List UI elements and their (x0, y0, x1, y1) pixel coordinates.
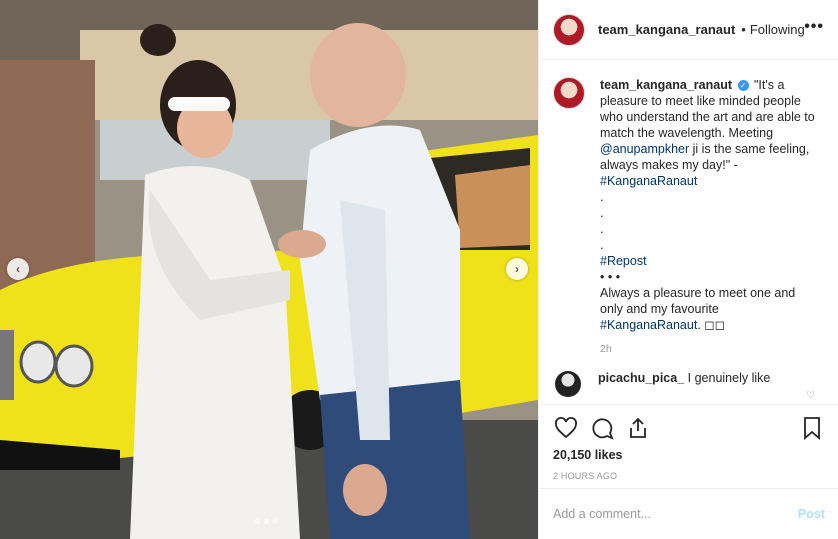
bookmark-icon[interactable] (799, 415, 825, 441)
carousel-dot-active (264, 519, 269, 524)
comment-like-heart-icon[interactable]: ♡ (806, 390, 815, 401)
caption-text: team_kangana_ranaut ✓ "It's a pleasure t… (600, 77, 820, 357)
caption-dot: . (600, 238, 604, 252)
post-header: team_kangana_ranaut • Following ••• (539, 0, 838, 60)
commenter-avatar[interactable] (555, 371, 581, 397)
comment-body: I genuinely like (687, 371, 771, 385)
caption-tail: . ◻◻ (697, 318, 726, 332)
carousel-dot (255, 519, 260, 524)
caption-ellipsis: • • • (600, 270, 621, 284)
next-photo-button[interactable]: › (506, 258, 528, 280)
instagram-post: ‹ › team_kangana_ranaut • Following ••• … (0, 0, 838, 539)
post-timestamp[interactable]: 2 HOURS AGO (553, 471, 825, 481)
more-options-icon[interactable]: ••• (804, 18, 824, 36)
verified-badge-icon: ✓ (737, 80, 749, 92)
caption-dot: . (600, 222, 604, 236)
caption-dot: . (600, 206, 604, 220)
comment-text: picachu_pica_ I genuinely like (598, 371, 770, 385)
hashtag-link[interactable]: #Repost (600, 254, 647, 268)
hashtag-link[interactable]: #KanganaRanaut (600, 318, 697, 332)
post-photo[interactable]: ‹ › (0, 0, 538, 539)
post-sidebar: team_kangana_ranaut • Following ••• team… (538, 0, 838, 539)
photo-illustration (0, 0, 538, 539)
post-comment-button[interactable]: Post (798, 507, 825, 521)
action-icons (553, 415, 825, 441)
following-button[interactable]: Following (750, 22, 805, 37)
caption-dot: . (600, 190, 604, 204)
share-icon[interactable] (625, 415, 651, 441)
comment-bubble-icon[interactable] (589, 415, 615, 441)
comment-item: picachu_pica_ I genuinely like (553, 371, 825, 397)
post-actions: 20,150 likes 2 HOURS AGO (539, 404, 838, 481)
comments-section[interactable]: team_kangana_ranaut ✓ "It's a pleasure t… (539, 61, 838, 403)
comment-input[interactable]: Add a comment... (553, 507, 651, 521)
caption-avatar[interactable] (553, 77, 585, 109)
caption: team_kangana_ranaut ✓ "It's a pleasure t… (553, 77, 825, 357)
add-comment-bar: Add a comment... Post (539, 488, 838, 539)
author-avatar[interactable] (553, 13, 585, 46)
mention-link[interactable]: @anupampkher (600, 142, 689, 156)
chevron-left-icon: ‹ (16, 262, 20, 276)
chevron-right-icon: › (515, 262, 519, 276)
likes-count[interactable]: 20,150 likes (553, 448, 825, 462)
previous-photo-button[interactable]: ‹ (7, 258, 29, 280)
carousel-dot (273, 519, 278, 524)
caption-username[interactable]: team_kangana_ranaut (600, 78, 732, 92)
hashtag-link[interactable]: #KanganaRanaut (600, 174, 697, 188)
commenter-username[interactable]: picachu_pica_ (598, 371, 684, 385)
caption-timestamp[interactable]: 2h (600, 341, 820, 357)
carousel-indicator (255, 519, 278, 524)
caption-text2: Always a pleasure to meet one and only a… (600, 286, 796, 316)
separator-dot: • (741, 22, 746, 37)
author-username[interactable]: team_kangana_ranaut (598, 22, 735, 37)
like-heart-icon[interactable] (553, 415, 579, 441)
